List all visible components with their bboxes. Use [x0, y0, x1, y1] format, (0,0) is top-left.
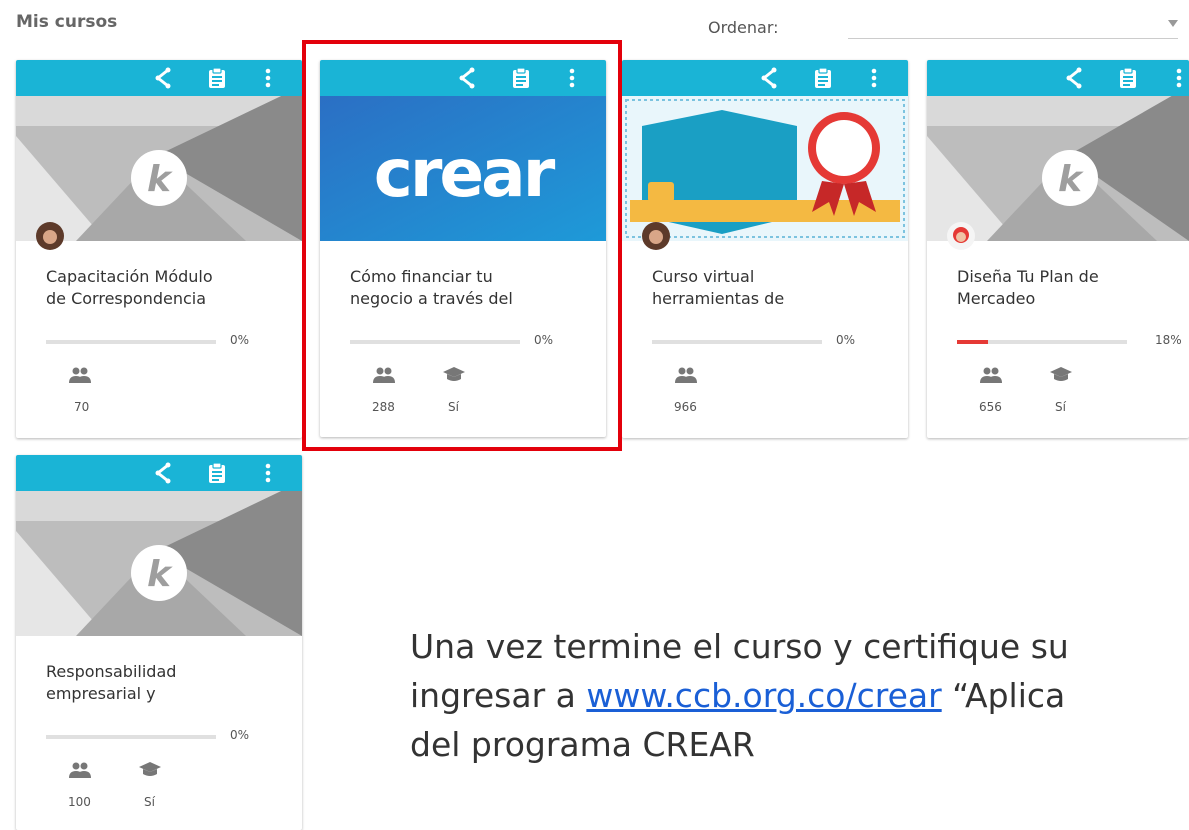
chevron-down-icon — [1168, 20, 1178, 27]
course-card[interactable]: k Diseña Tu Plan de Mercadeo 18% 656 Sí — [927, 60, 1189, 438]
progress-bar — [957, 340, 1127, 344]
course-title[interactable]: Responsabilidad empresarial y — [46, 661, 286, 705]
more-vert-icon[interactable] — [256, 461, 280, 485]
clipboard-icon[interactable] — [205, 66, 229, 90]
clipboard-icon[interactable] — [1116, 66, 1140, 90]
page-title: Mis cursos — [16, 12, 118, 32]
course-thumbnail[interactable]: k — [927, 96, 1189, 241]
card-toolbar — [16, 455, 302, 491]
course-thumbnail[interactable] — [622, 96, 908, 241]
avatar[interactable] — [642, 222, 670, 250]
share-icon[interactable] — [152, 66, 176, 90]
clipboard-icon[interactable] — [205, 461, 229, 485]
sort-select[interactable] — [848, 14, 1178, 39]
more-vert-icon[interactable] — [862, 66, 886, 90]
clipboard-icon[interactable] — [811, 66, 835, 90]
svg-text:k: k — [1058, 159, 1084, 200]
card-toolbar — [16, 60, 302, 96]
people-icon — [69, 762, 91, 778]
instruction-caption: Una vez termine el curso y certifique su… — [410, 622, 1189, 792]
sort-label: Ordenar: — [708, 18, 779, 37]
people-icon — [980, 367, 1002, 383]
progress-bar — [46, 735, 216, 739]
share-icon[interactable] — [758, 66, 782, 90]
course-card[interactable]: k Responsabilidad empresarial y 0% 100 Sí — [16, 455, 302, 830]
course-title[interactable]: Curso virtual herramientas de — [652, 266, 892, 310]
progress-fill — [957, 340, 988, 344]
participants-count: 70 — [74, 400, 90, 414]
avatar[interactable] — [36, 222, 64, 250]
progress-bar — [46, 340, 216, 344]
certificate-value: Sí — [144, 795, 155, 809]
progress-percent: 18% — [1155, 333, 1182, 347]
participants-count: 966 — [674, 400, 697, 414]
avatar[interactable] — [947, 222, 975, 250]
people-icon — [675, 367, 697, 383]
graduation-cap-icon — [139, 762, 161, 776]
progress-percent: 0% — [230, 728, 250, 742]
share-icon[interactable] — [152, 461, 176, 485]
progress-bar — [652, 340, 822, 344]
share-icon[interactable] — [1063, 66, 1087, 90]
crear-link[interactable]: www.ccb.org.co/crear — [586, 676, 941, 715]
card-toolbar — [622, 60, 908, 96]
course-title[interactable]: Capacitación Módulo de Correspondencia — [46, 266, 286, 310]
caption-line1: Una vez termine el curso y certifique su — [410, 627, 1069, 666]
participants-count: 100 — [68, 795, 91, 809]
caption-line3: del programa CREAR — [410, 725, 755, 764]
card-toolbar — [927, 60, 1189, 96]
caption-line2: ingresar a www.ccb.org.co/crear “Aplica — [410, 676, 1066, 715]
more-vert-icon[interactable] — [256, 66, 280, 90]
progress-percent: 0% — [230, 333, 250, 347]
certificate-value: Sí — [1055, 400, 1066, 414]
course-card[interactable]: k Capacitación Módulo de Correspondencia … — [16, 60, 302, 438]
people-icon — [69, 367, 91, 383]
participants-count: 656 — [979, 400, 1002, 414]
svg-text:k: k — [147, 159, 173, 200]
graduation-cap-icon — [1050, 367, 1072, 381]
more-vert-icon[interactable] — [1167, 66, 1189, 90]
svg-text:k: k — [147, 554, 173, 595]
highlight-box — [302, 40, 622, 451]
course-title[interactable]: Diseña Tu Plan de Mercadeo — [957, 266, 1189, 310]
course-thumbnail[interactable]: k — [16, 96, 302, 241]
course-card[interactable]: Curso virtual herramientas de 0% 966 — [622, 60, 908, 438]
course-thumbnail[interactable]: k — [16, 491, 302, 636]
progress-percent: 0% — [836, 333, 856, 347]
